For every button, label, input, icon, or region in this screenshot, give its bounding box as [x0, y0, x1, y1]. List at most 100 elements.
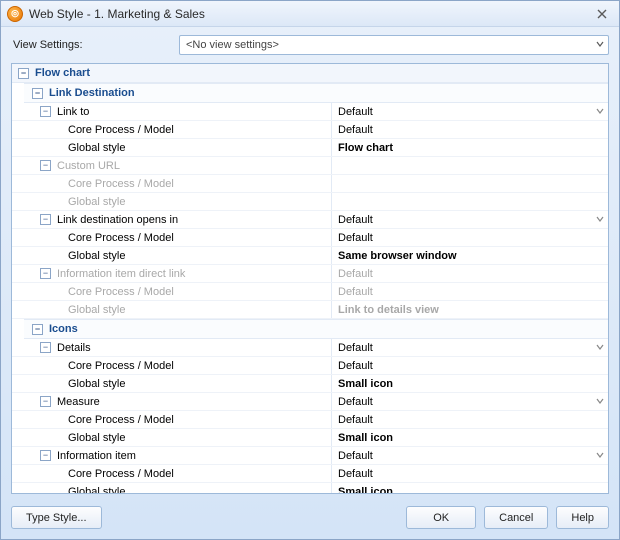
section-header: Icons	[24, 319, 608, 339]
section-label: Flow chart	[35, 67, 90, 79]
expander-icon[interactable]	[32, 88, 43, 99]
property-name: Core Process / Model	[12, 175, 332, 192]
property-grid-scroll[interactable]: Flow chartLink DestinationLink toDefault…	[12, 64, 608, 493]
section-label: Link Destination	[49, 87, 135, 99]
property-name: Global style	[12, 301, 332, 318]
expander-icon[interactable]	[40, 396, 51, 407]
property-row: MeasureDefault	[12, 393, 608, 411]
property-row: Information item direct linkDefault	[12, 265, 608, 283]
expander-icon[interactable]	[40, 268, 51, 279]
chevron-down-icon	[596, 342, 604, 354]
dialog-footer: Type Style... OK Cancel Help	[1, 500, 619, 539]
property-name: Global style	[12, 375, 332, 392]
property-name: Details	[12, 339, 332, 356]
property-row: Core Process / Model	[12, 175, 608, 193]
property-name: Global style	[12, 247, 332, 264]
section-header: Link Destination	[24, 83, 608, 103]
property-name: Global style	[12, 429, 332, 446]
property-name: Global style	[12, 139, 332, 156]
chevron-down-icon	[596, 214, 604, 226]
help-button[interactable]: Help	[556, 506, 609, 529]
expander-icon[interactable]	[40, 214, 51, 225]
property-value[interactable]: Default	[332, 103, 608, 120]
cancel-button[interactable]: Cancel	[484, 506, 548, 529]
property-row: Core Process / ModelDefault	[12, 121, 608, 139]
property-grid: Flow chartLink DestinationLink toDefault…	[11, 63, 609, 494]
property-value[interactable]: Default	[332, 447, 608, 464]
property-row: Global style	[12, 193, 608, 211]
property-value: Same browser window	[332, 247, 608, 264]
expander-icon[interactable]	[40, 160, 51, 171]
property-row: Global styleLink to details view	[12, 301, 608, 319]
titlebar: ◎ Web Style - 1. Marketing & Sales	[1, 1, 619, 27]
view-settings-value: <No view settings>	[186, 39, 279, 51]
expander-icon[interactable]	[40, 342, 51, 353]
property-row: Core Process / ModelDefault	[12, 465, 608, 483]
expander-icon[interactable]	[18, 68, 29, 79]
property-value: Link to details view	[332, 301, 608, 318]
property-value: Small icon	[332, 375, 608, 392]
property-row: Global styleSame browser window	[12, 247, 608, 265]
section-header-root: Flow chart	[12, 64, 608, 83]
property-row: Information itemDefault	[12, 447, 608, 465]
property-row: Global styleSmall icon	[12, 483, 608, 493]
dialog-window: ◎ Web Style - 1. Marketing & Sales View …	[0, 0, 620, 540]
property-name: Core Process / Model	[12, 465, 332, 482]
property-row: Core Process / ModelDefault	[12, 357, 608, 375]
property-row: Core Process / ModelDefault	[12, 229, 608, 247]
view-settings-label: View Settings:	[13, 39, 179, 51]
property-name: Core Process / Model	[12, 357, 332, 374]
property-name: Core Process / Model	[12, 121, 332, 138]
property-name: Core Process / Model	[12, 411, 332, 428]
property-value	[332, 157, 608, 174]
window-title: Web Style - 1. Marketing & Sales	[29, 7, 591, 21]
property-row: Core Process / ModelDefault	[12, 411, 608, 429]
property-name: Link destination opens in	[12, 211, 332, 228]
property-value[interactable]: Default	[332, 211, 608, 228]
section-label: Icons	[49, 323, 78, 335]
property-name: Global style	[12, 193, 332, 210]
property-value: Default	[332, 357, 608, 374]
property-name: Information item	[12, 447, 332, 464]
property-name: Core Process / Model	[12, 283, 332, 300]
property-value	[332, 175, 608, 192]
view-settings-row: View Settings: <No view settings>	[1, 27, 619, 61]
property-name: Measure	[12, 393, 332, 410]
property-value: Small icon	[332, 483, 608, 493]
property-value: Small icon	[332, 429, 608, 446]
type-style-button[interactable]: Type Style...	[11, 506, 102, 529]
app-icon: ◎	[7, 6, 23, 22]
property-row: DetailsDefault	[12, 339, 608, 357]
property-value: Default	[332, 121, 608, 138]
property-row: Custom URL	[12, 157, 608, 175]
property-name: Information item direct link	[12, 265, 332, 282]
close-button[interactable]	[591, 5, 613, 23]
property-row: Link destination opens inDefault	[12, 211, 608, 229]
property-row: Core Process / ModelDefault	[12, 283, 608, 301]
property-name: Core Process / Model	[12, 229, 332, 246]
chevron-down-icon	[596, 450, 604, 462]
chevron-down-icon	[596, 396, 604, 408]
property-value	[332, 193, 608, 210]
property-value: Default	[332, 229, 608, 246]
view-settings-dropdown[interactable]: <No view settings>	[179, 35, 609, 55]
property-value: Default	[332, 265, 608, 282]
expander-icon[interactable]	[40, 450, 51, 461]
property-value: Default	[332, 283, 608, 300]
chevron-down-icon	[596, 106, 604, 118]
property-name: Custom URL	[12, 157, 332, 174]
property-value[interactable]: Default	[332, 393, 608, 410]
ok-button[interactable]: OK	[406, 506, 476, 529]
property-row: Global styleSmall icon	[12, 429, 608, 447]
property-name: Link to	[12, 103, 332, 120]
expander-icon[interactable]	[40, 106, 51, 117]
property-value: Default	[332, 465, 608, 482]
chevron-down-icon	[596, 39, 604, 51]
property-row: Global styleSmall icon	[12, 375, 608, 393]
property-row: Link toDefault	[12, 103, 608, 121]
property-value[interactable]: Default	[332, 339, 608, 356]
property-row: Global styleFlow chart	[12, 139, 608, 157]
property-value: Default	[332, 411, 608, 428]
property-value: Flow chart	[332, 139, 608, 156]
expander-icon[interactable]	[32, 324, 43, 335]
